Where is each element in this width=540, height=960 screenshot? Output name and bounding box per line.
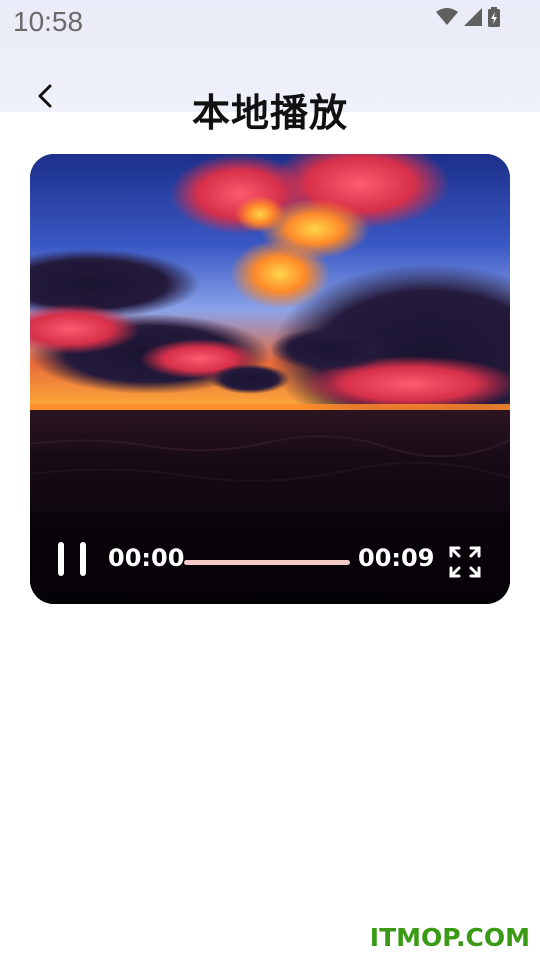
progress-bar[interactable] xyxy=(184,560,350,565)
fullscreen-icon xyxy=(449,546,481,578)
watermark: ITMOP.COM xyxy=(369,923,530,952)
header: 本地播放 xyxy=(0,70,540,140)
current-time: 00:00 xyxy=(108,544,185,572)
cellular-signal-icon xyxy=(464,8,482,26)
pause-button[interactable] xyxy=(56,542,90,578)
player-controls: 00:00 00:09 xyxy=(30,512,510,604)
status-bar: 10:58 xyxy=(0,0,540,44)
battery-charging-icon xyxy=(488,7,500,27)
page-title: 本地播放 xyxy=(191,91,348,135)
pause-bar-right xyxy=(80,542,86,576)
fullscreen-button[interactable] xyxy=(448,545,482,579)
video-player[interactable]: 00:00 00:09 xyxy=(30,154,510,604)
wifi-icon xyxy=(436,8,458,25)
pause-bar-left xyxy=(58,542,64,576)
status-icons xyxy=(436,7,500,27)
total-time: 00:09 xyxy=(358,544,435,572)
status-time: 10:58 xyxy=(13,6,84,37)
